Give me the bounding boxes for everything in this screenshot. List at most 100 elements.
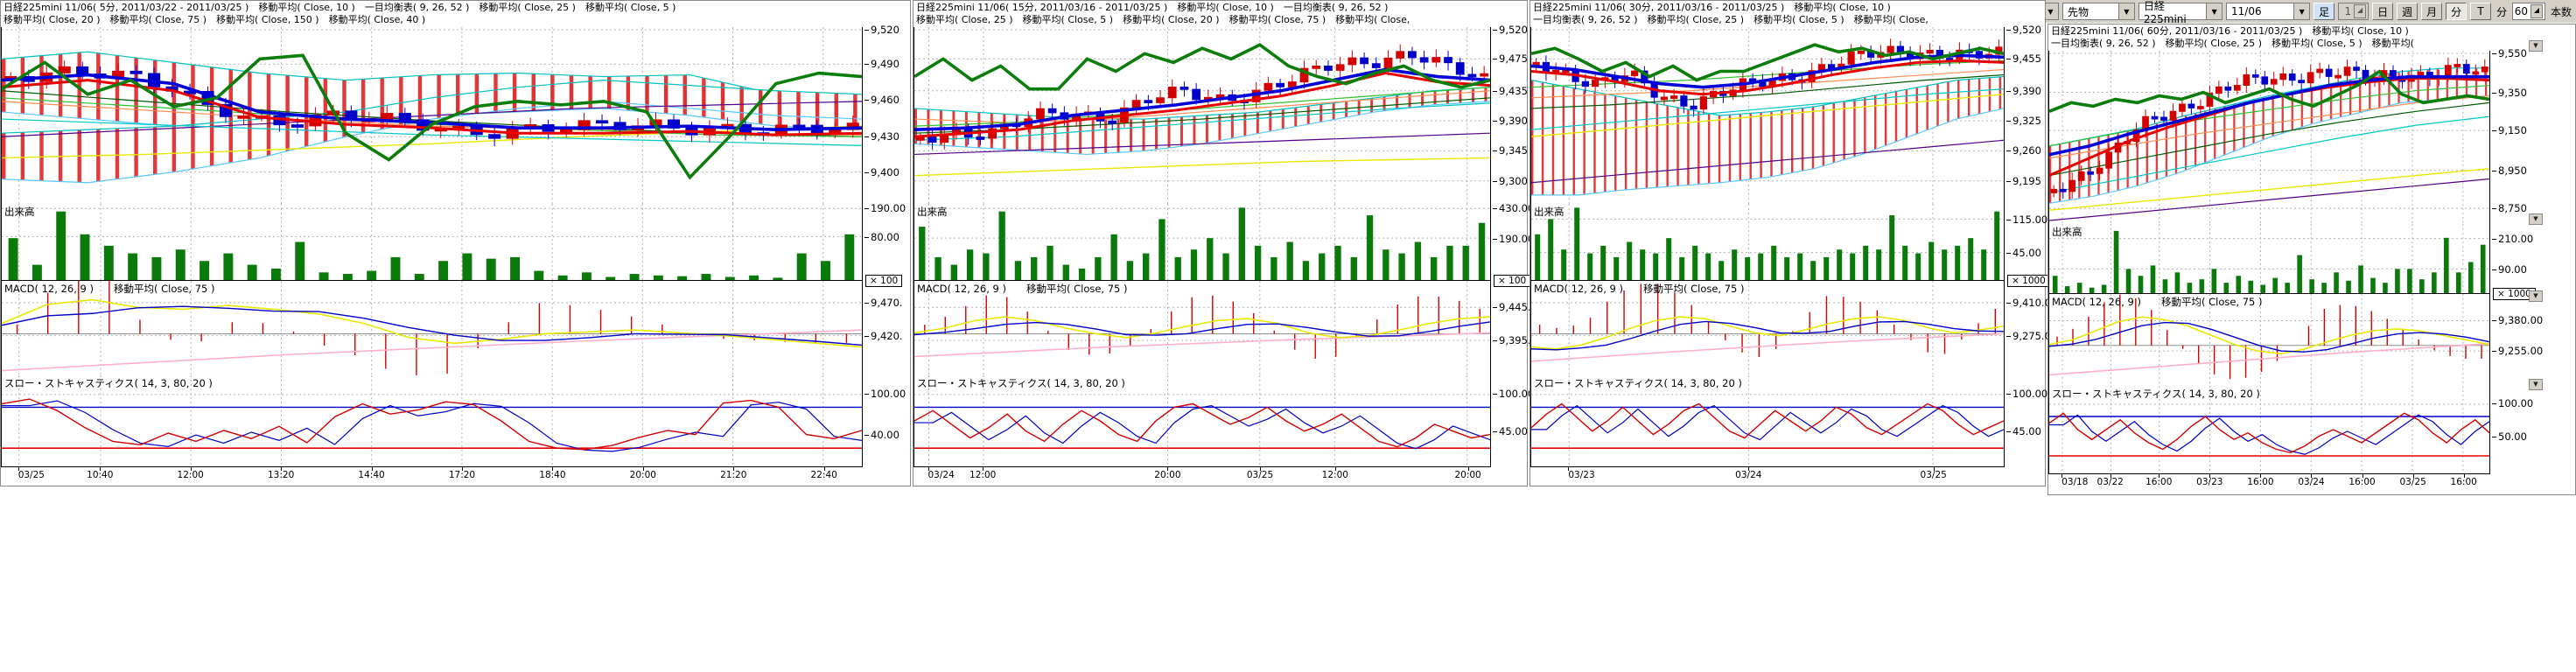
- chart-window-1: 日経225mini 11/06( 5分, 2011/03/22 - 2011/0…: [0, 0, 911, 486]
- stochastics-section-label: スロー・ストキャスティクス( 14, 3, 80, 20 ): [2052, 387, 2260, 401]
- price-tick-label: 9,400: [864, 166, 900, 178]
- time-tick-label: 21:20: [720, 470, 746, 480]
- time-tick-label: 03/25: [1247, 470, 1273, 480]
- price-chart[interactable]: [2048, 51, 2490, 224]
- time-axis: 03/2303/2403/25: [1530, 466, 2005, 484]
- volume-tick-label: 115.00: [2006, 214, 2048, 226]
- scale-dropdown-button[interactable]: ▼: [2529, 290, 2543, 302]
- chevron-down-icon: ▼: [2118, 4, 2134, 19]
- macd-scale: 9,470. 9,420.: [864, 281, 910, 375]
- chart-header: 日経225mini 11/06( 60分, 2011/03/16 - 2011/…: [2051, 25, 2573, 50]
- price-tick-label: 9,390: [1493, 115, 1528, 127]
- macd-chart[interactable]: MACD( 12, 26, 9 ) 移動平均( Close, 75 ): [1530, 281, 2005, 375]
- category-combo[interactable]: 先物 ▼: [2062, 3, 2135, 20]
- price-tick-label: 9,350: [2492, 87, 2527, 99]
- macd-tick-label: 9,445.: [1493, 301, 1531, 313]
- time-axis: 03/2412:0020:0003/2512:0020:00: [914, 466, 1491, 484]
- instrument-combo-value: 日経225mini: [2144, 0, 2206, 23]
- volume-section-label: 出来高: [2052, 225, 2082, 239]
- scale-dropdown-button[interactable]: ▼: [2529, 379, 2543, 390]
- stochastics-chart[interactable]: スロー・ストキャスティクス( 14, 3, 80, 20 ): [2048, 386, 2490, 473]
- volume-chart[interactable]: 出来高: [914, 204, 1491, 281]
- volume-chart[interactable]: 出来高: [2048, 224, 2490, 294]
- stochastics-chart[interactable]: スロー・ストキャスティクス( 14, 3, 80, 20 ): [1530, 375, 2005, 466]
- scale-dropdown-button[interactable]: ▼: [2529, 214, 2543, 225]
- macd-tick-label: 9,275.0: [2006, 330, 2051, 342]
- stochastics-chart[interactable]: スロー・ストキャスティクス( 14, 3, 80, 20 ): [914, 375, 1491, 466]
- macd-tick-label: 9,420.: [864, 330, 903, 342]
- stochastics-chart[interactable]: スロー・ストキャスティクス( 14, 3, 80, 20 ): [1, 375, 863, 466]
- period-tick-button[interactable]: T: [2470, 3, 2491, 20]
- price-chart[interactable]: [914, 27, 1491, 204]
- time-tick-label: 20:00: [1454, 470, 1480, 480]
- period-month-button[interactable]: 月: [2421, 3, 2442, 20]
- volume-tick-label: 80.00: [864, 231, 900, 243]
- price-tick-label: 9,390: [2006, 85, 2041, 97]
- stoch-tick-label: 100.00: [2006, 388, 2048, 400]
- macd-chart[interactable]: MACD( 12, 26, 9 ) 移動平均( Close, 75 ): [2048, 294, 2490, 386]
- period-day-button[interactable]: 日: [2372, 3, 2393, 20]
- spin-edit-icon[interactable]: ◢: [2354, 4, 2366, 18]
- minute-count-spinner[interactable]: 60 ◢: [2512, 3, 2545, 20]
- time-tick-label: 03/22: [2097, 477, 2124, 487]
- macd-chart[interactable]: MACD( 12, 26, 9 ) 移動平均( Close, 75 ): [1, 281, 863, 375]
- macd-scale: 9,410.09,275.0: [2006, 281, 2045, 375]
- period-minute-button[interactable]: 分: [2446, 3, 2467, 20]
- stoch-tick-label: 100.00: [2492, 397, 2533, 410]
- stoch-tick-label: 50.00: [2492, 430, 2527, 443]
- volume-chart[interactable]: 出来高: [1530, 204, 2005, 281]
- stoch-scale: 100.0040.00: [864, 375, 910, 466]
- volume-scale: 430.00190.00× 100: [1493, 204, 1527, 281]
- macd-section-label: MACD( 12, 26, 9 ) 移動平均( Close, 75 ): [2052, 295, 2263, 309]
- time-tick-label: 16:00: [2348, 477, 2375, 487]
- chart-header: 日経225mini 11/06( 15分, 2011/03/16 - 2011/…: [916, 2, 1525, 26]
- instrument-combo[interactable]: 日経225mini ▼: [2138, 3, 2222, 20]
- small-period-spinner[interactable]: 1 ◢: [2338, 3, 2369, 20]
- bar-type-button[interactable]: 足: [2314, 3, 2334, 20]
- volume-section-label: 出来高: [917, 205, 948, 219]
- chart-window-3: 日経225mini 11/06( 30分, 2011/03/16 - 2011/…: [1530, 0, 2046, 486]
- stoch-tick-label: 45.00: [2006, 425, 2041, 438]
- volume-chart[interactable]: 出来高: [1, 204, 863, 281]
- stochastics-section-label: スロー・ストキャスティクス( 14, 3, 80, 20 ): [4, 376, 213, 390]
- period-week-button[interactable]: 週: [2397, 3, 2418, 20]
- minute-count-value: 60: [2515, 5, 2528, 18]
- macd-chart[interactable]: MACD( 12, 26, 9 ) 移動平均( Close, 75 ): [914, 281, 1491, 375]
- minute-unit-label: 分: [2495, 4, 2509, 19]
- macd-tick-label: 9,470.: [864, 297, 903, 309]
- spin-edit-icon[interactable]: ◢: [2530, 4, 2543, 18]
- chart-header-line1: 日経225mini 11/06( 30分, 2011/03/16 - 2011/…: [1533, 2, 2043, 14]
- time-axis: 03/2510:4012:0013:2014:4017:2018:4020:00…: [1, 466, 863, 484]
- time-tick-label: 13:20: [268, 470, 294, 480]
- price-tick-label: 9,345: [1493, 144, 1528, 157]
- price-tick-label: 9,195: [2006, 175, 2041, 187]
- volume-scale: 115.0045.00× 1000: [2006, 204, 2045, 281]
- volume-section-label: 出来高: [1534, 205, 1564, 219]
- stoch-scale: 100.00 45.00: [2006, 375, 2045, 466]
- price-chart[interactable]: [1, 27, 863, 204]
- time-tick-label: 12:00: [970, 470, 996, 480]
- time-tick-label: 12:00: [1322, 470, 1348, 480]
- price-tick-label: 9,455: [2006, 52, 2041, 65]
- price-chart[interactable]: [1530, 27, 2005, 204]
- price-tick-label: 8,950: [2492, 164, 2527, 177]
- contract-month-combo[interactable]: 11/06 ▼: [2226, 3, 2310, 20]
- stoch-tick-label: 100.00: [1493, 388, 1534, 400]
- time-tick-label: 10:40: [87, 470, 113, 480]
- price-tick-label: 9,435: [1493, 85, 1528, 97]
- macd-tick-label: 9,380.00: [2492, 314, 2543, 326]
- stochastics-section-label: スロー・ストキャスティクス( 14, 3, 80, 20 ): [1534, 376, 1742, 390]
- macd-scale: 9,380.00 9,255.00: [2492, 294, 2575, 386]
- volume-scale: 190.0080.00× 100: [864, 204, 910, 281]
- stoch-tick-label: 45.00: [1493, 425, 1528, 438]
- time-tick-label: 18:40: [539, 470, 565, 480]
- macd-scale: 9,445.9,395.: [1493, 281, 1527, 375]
- volume-tick-label: 190.00: [1493, 233, 1534, 245]
- stochastics-section-label: スロー・ストキャスティクス( 14, 3, 80, 20 ): [917, 376, 1125, 390]
- time-tick-label: 03/23: [2196, 477, 2222, 487]
- macd-section-label: MACD( 12, 26, 9 ) 移動平均( Close, 75 ): [917, 282, 1128, 296]
- macd-tick-label: 9,255.00: [2492, 345, 2543, 357]
- chart-header-line1: 日経225mini 11/06( 15分, 2011/03/16 - 2011/…: [916, 2, 1525, 14]
- chart-header-line2: 移動平均( Close, 25 ) 移動平均( Close, 5 ) 移動平均(…: [916, 14, 1525, 26]
- chart-header: 日経225mini 11/06( 30分, 2011/03/16 - 2011/…: [1533, 2, 2043, 26]
